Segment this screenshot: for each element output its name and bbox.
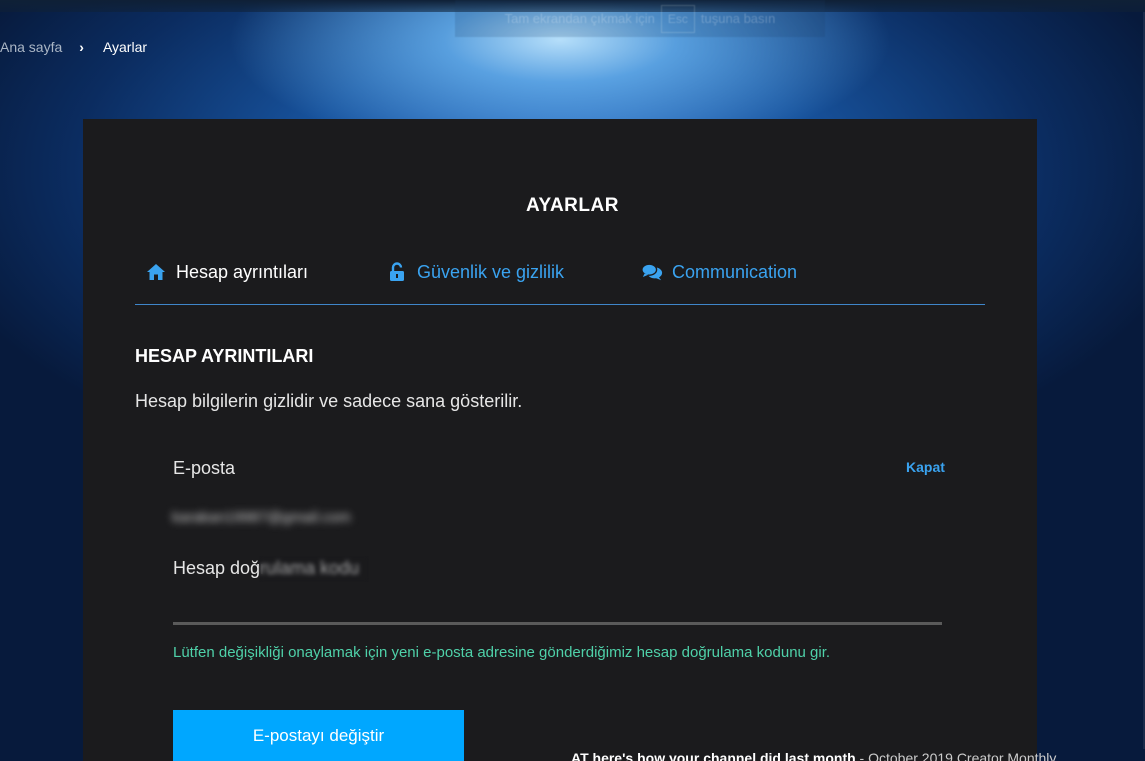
tab-security-privacy[interactable]: Güvenlik ve gizlilik xyxy=(386,261,564,283)
home-icon xyxy=(145,261,167,283)
fullscreen-notice: Tam ekrandan çıkmak için Esc tuşuna bası… xyxy=(455,0,825,37)
tabs-divider xyxy=(135,304,985,305)
verification-code-input[interactable]: Hesap doğrulama kodu xyxy=(173,556,942,625)
tab-communication-label: Communication xyxy=(672,261,798,282)
fullscreen-notice-prefix: Tam ekrandan çıkmak için xyxy=(504,11,655,26)
close-link[interactable]: Kapat xyxy=(906,459,945,475)
fullscreen-notice-suffix: tuşuna basın xyxy=(700,11,776,26)
blur-overlay xyxy=(259,556,369,582)
tab-security-privacy-label: Güvenlik ve gizlilik xyxy=(417,261,565,282)
change-email-button[interactable]: E-postayı değiştir xyxy=(173,710,464,761)
verification-hint: Lütfen değişikliği onaylamak için yeni e… xyxy=(173,644,831,661)
breadcrumb-home-link[interactable]: Ana sayfa xyxy=(0,39,62,55)
ticker-bold-text: AT here's how your channel did last mont… xyxy=(571,751,856,761)
section-heading: HESAP AYRINTILARI xyxy=(135,346,314,366)
breadcrumb: Ana sayfa › Ayarlar xyxy=(0,39,147,55)
tab-account-details-label: Hesap ayrıntıları xyxy=(176,261,309,282)
page-title: AYARLAR xyxy=(526,195,619,216)
email-value: karakan19987@gmail.com xyxy=(172,509,351,526)
email-label: E-posta xyxy=(173,458,236,478)
section-description: Hesap bilgilerin gizlidir ve sadece sana… xyxy=(135,391,523,411)
breadcrumb-current: Ayarlar xyxy=(102,39,148,55)
tab-account-details[interactable]: Hesap ayrıntıları xyxy=(145,261,308,283)
fullscreen-notice-key: Esc xyxy=(660,4,695,33)
tab-communication[interactable]: Communication xyxy=(641,261,797,283)
unlock-icon xyxy=(386,261,408,283)
breadcrumb-separator: › xyxy=(79,39,84,55)
notification-ticker: AT here's how your channel did last mont… xyxy=(571,751,1145,761)
ticker-rest-text: - October 2019 Creator Monthly xyxy=(855,751,1057,761)
chat-bubbles-icon xyxy=(641,261,663,283)
